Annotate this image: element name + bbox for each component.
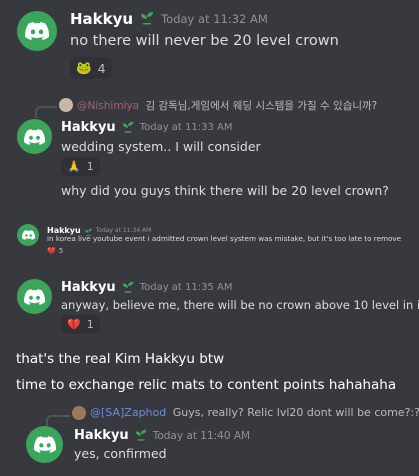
username[interactable]: Hakkyu bbox=[61, 280, 116, 295]
discord-logo-icon bbox=[24, 128, 45, 145]
reply-preview[interactable]: @[SA]Zaphod Guys, really? Relic lvl20 do… bbox=[90, 406, 419, 419]
message-text: yes, confirmed bbox=[74, 446, 167, 461]
timestamp: Today at 11:34 AM bbox=[95, 227, 152, 234]
timestamp: Today at 11:35 AM bbox=[139, 282, 233, 293]
avatar[interactable] bbox=[17, 119, 52, 154]
reaction-emoji: 🐸 bbox=[76, 60, 92, 75]
message-header: Hakkyu Today at 11:33 AM bbox=[61, 118, 232, 137]
reaction-count: 4 bbox=[97, 60, 106, 76]
avatar[interactable] bbox=[17, 224, 39, 246]
reply-text: 김 감독님,게임에서 웨딩 시스템을 가질 수 있습니까? bbox=[145, 100, 378, 112]
avatar[interactable] bbox=[17, 11, 57, 51]
message-text: wedding system.. I will consider bbox=[61, 139, 261, 154]
reply-avatar bbox=[72, 406, 86, 420]
reply-preview[interactable]: @Nishimiya 김 감독님,게임에서 웨딩 시스템을 가질 수 있습니까? bbox=[77, 98, 377, 113]
message-header: Hakkyu Today at 11:35 AM bbox=[61, 278, 232, 297]
reply-text: Guys, really? Relic lvl20 dont will be c… bbox=[172, 406, 419, 419]
discord-logo-icon bbox=[21, 230, 35, 240]
message-text: in korea live youtube event i admitted c… bbox=[47, 234, 402, 243]
reaction-count: 1 bbox=[86, 318, 94, 331]
message-text: why did you guys think there will be 20 … bbox=[61, 183, 389, 198]
reaction-button[interactable]: 💔 1 bbox=[61, 315, 100, 334]
sprout-icon bbox=[121, 278, 135, 297]
reaction-emoji: 💔 bbox=[67, 318, 81, 331]
avatar[interactable] bbox=[26, 426, 63, 463]
sprout-icon bbox=[121, 118, 135, 137]
sprout-icon bbox=[139, 9, 155, 29]
reaction-count: 1 bbox=[86, 160, 94, 173]
reaction-count: 5 bbox=[58, 247, 64, 255]
username[interactable]: Hakkyu bbox=[61, 120, 116, 135]
reply-avatar bbox=[59, 98, 73, 112]
timestamp: Today at 11:32 AM bbox=[161, 12, 268, 26]
message-header: Hakkyu Today at 11:32 AM bbox=[70, 9, 268, 29]
reply-connector bbox=[35, 106, 57, 118]
message-text: no there will never be 20 level crown bbox=[70, 33, 339, 49]
username[interactable]: Hakkyu bbox=[70, 10, 133, 28]
sprout-icon bbox=[134, 426, 148, 445]
message-text: anyway, believe me, there will be no cro… bbox=[61, 298, 419, 312]
reaction-emoji: 💔 bbox=[47, 247, 56, 255]
avatar[interactable] bbox=[17, 279, 52, 314]
reaction-button[interactable]: 🐸 4 bbox=[70, 57, 112, 79]
timestamp: Today at 11:33 AM bbox=[139, 122, 233, 133]
discord-logo-icon bbox=[24, 288, 45, 305]
reaction-emoji: 🙏 bbox=[67, 160, 81, 173]
timestamp: Today at 11:40 AM bbox=[152, 429, 251, 442]
discord-logo-icon bbox=[33, 436, 56, 453]
caption-line: that's the real Kim Hakkyu btw bbox=[16, 351, 225, 367]
username[interactable]: Hakkyu bbox=[74, 428, 129, 443]
reaction-button[interactable]: 🙏 1 bbox=[61, 157, 100, 176]
caption-line: time to exchange relic mats to content p… bbox=[16, 377, 397, 393]
reply-author[interactable]: @[SA]Zaphod bbox=[90, 406, 166, 419]
discord-logo-icon bbox=[25, 22, 49, 40]
reaction-button[interactable]: 💔 5 bbox=[47, 247, 63, 255]
message-header: Hakkyu Today at 11:40 AM bbox=[74, 426, 250, 445]
reply-author[interactable]: @Nishimiya bbox=[77, 100, 139, 112]
